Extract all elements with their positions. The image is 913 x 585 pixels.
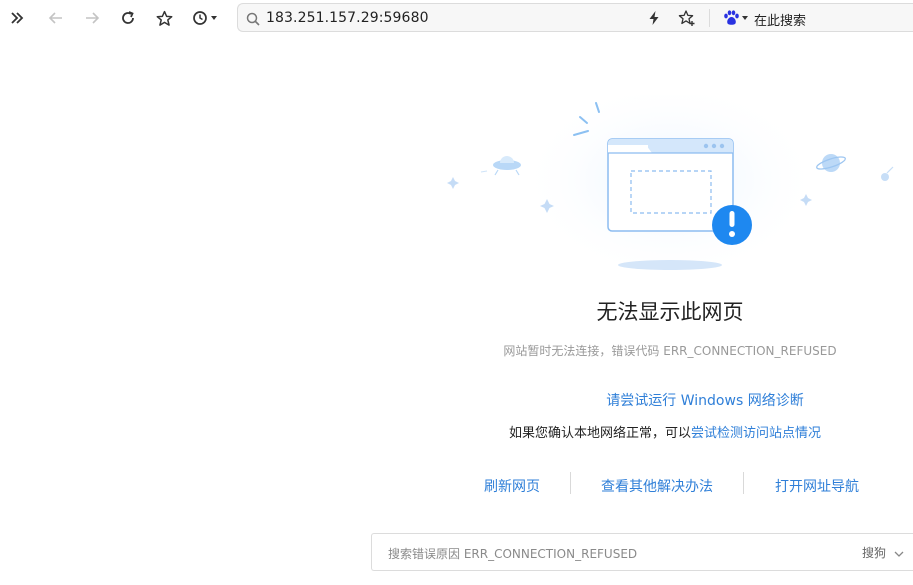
history-icon[interactable] xyxy=(190,6,222,30)
action-divider xyxy=(743,472,744,494)
search-placeholder: 搜索错误原因 ERR_CONNECTION_REFUSED xyxy=(388,547,638,561)
search-engine-select[interactable]: 搜狗 xyxy=(862,544,905,561)
url-navigation-link[interactable]: 打开网址导航 xyxy=(775,476,859,496)
search-engine-label[interactable]: 在此搜索 xyxy=(754,10,806,29)
address-divider xyxy=(709,9,710,27)
address-text: 183.251.157.29:59680 xyxy=(266,10,429,26)
add-favorite-icon[interactable] xyxy=(678,9,696,31)
error-search-input[interactable]: 搜索错误原因 ERR_CONNECTION_REFUSED 搜狗 xyxy=(371,533,913,571)
check-prefix-text: 如果您确认本地网络正常，可以 xyxy=(508,426,691,441)
sparkle-icon xyxy=(447,177,459,189)
error-subtitle: 网站暂时无法连接，错误代码 ERR_CONNECTION_REFUSED xyxy=(503,344,837,358)
chevron-down-icon xyxy=(894,551,904,557)
check-site-line: 如果您确认本地网络正常，可以尝试检测访问站点情况 xyxy=(440,422,890,441)
address-bar[interactable]: 183.251.157.29:59680 在此搜索 xyxy=(237,3,913,32)
refresh-icon[interactable] xyxy=(116,6,140,30)
search-engine-name: 搜狗 xyxy=(862,546,887,560)
action-divider xyxy=(570,472,571,494)
back-icon[interactable] xyxy=(44,6,68,30)
bookmark-star-icon[interactable] xyxy=(152,6,176,30)
network-diagnose-link[interactable]: 请尝试运行 Windows 网络诊断 xyxy=(440,390,913,410)
baidu-paw-icon[interactable] xyxy=(722,9,752,31)
other-solutions-link[interactable]: 查看其他解决办法 xyxy=(601,476,713,496)
forward-icon[interactable] xyxy=(80,6,104,30)
check-site-link[interactable]: 尝试检测访问站点情况 xyxy=(691,426,821,441)
error-illustration xyxy=(447,95,894,280)
refresh-page-link[interactable]: 刷新网页 xyxy=(484,476,540,496)
planet-icon xyxy=(816,154,846,172)
sidebar-expand-icon[interactable] xyxy=(6,6,28,30)
lightning-icon[interactable] xyxy=(646,10,662,30)
search-icon xyxy=(246,11,260,30)
alert-icon xyxy=(712,205,752,245)
error-title: 无法显示此网页 xyxy=(596,300,744,324)
browser-toolbar: 183.251.157.29:59680 在此搜索 xyxy=(0,0,913,36)
comet-icon xyxy=(881,166,894,181)
ufo-icon xyxy=(480,156,521,176)
